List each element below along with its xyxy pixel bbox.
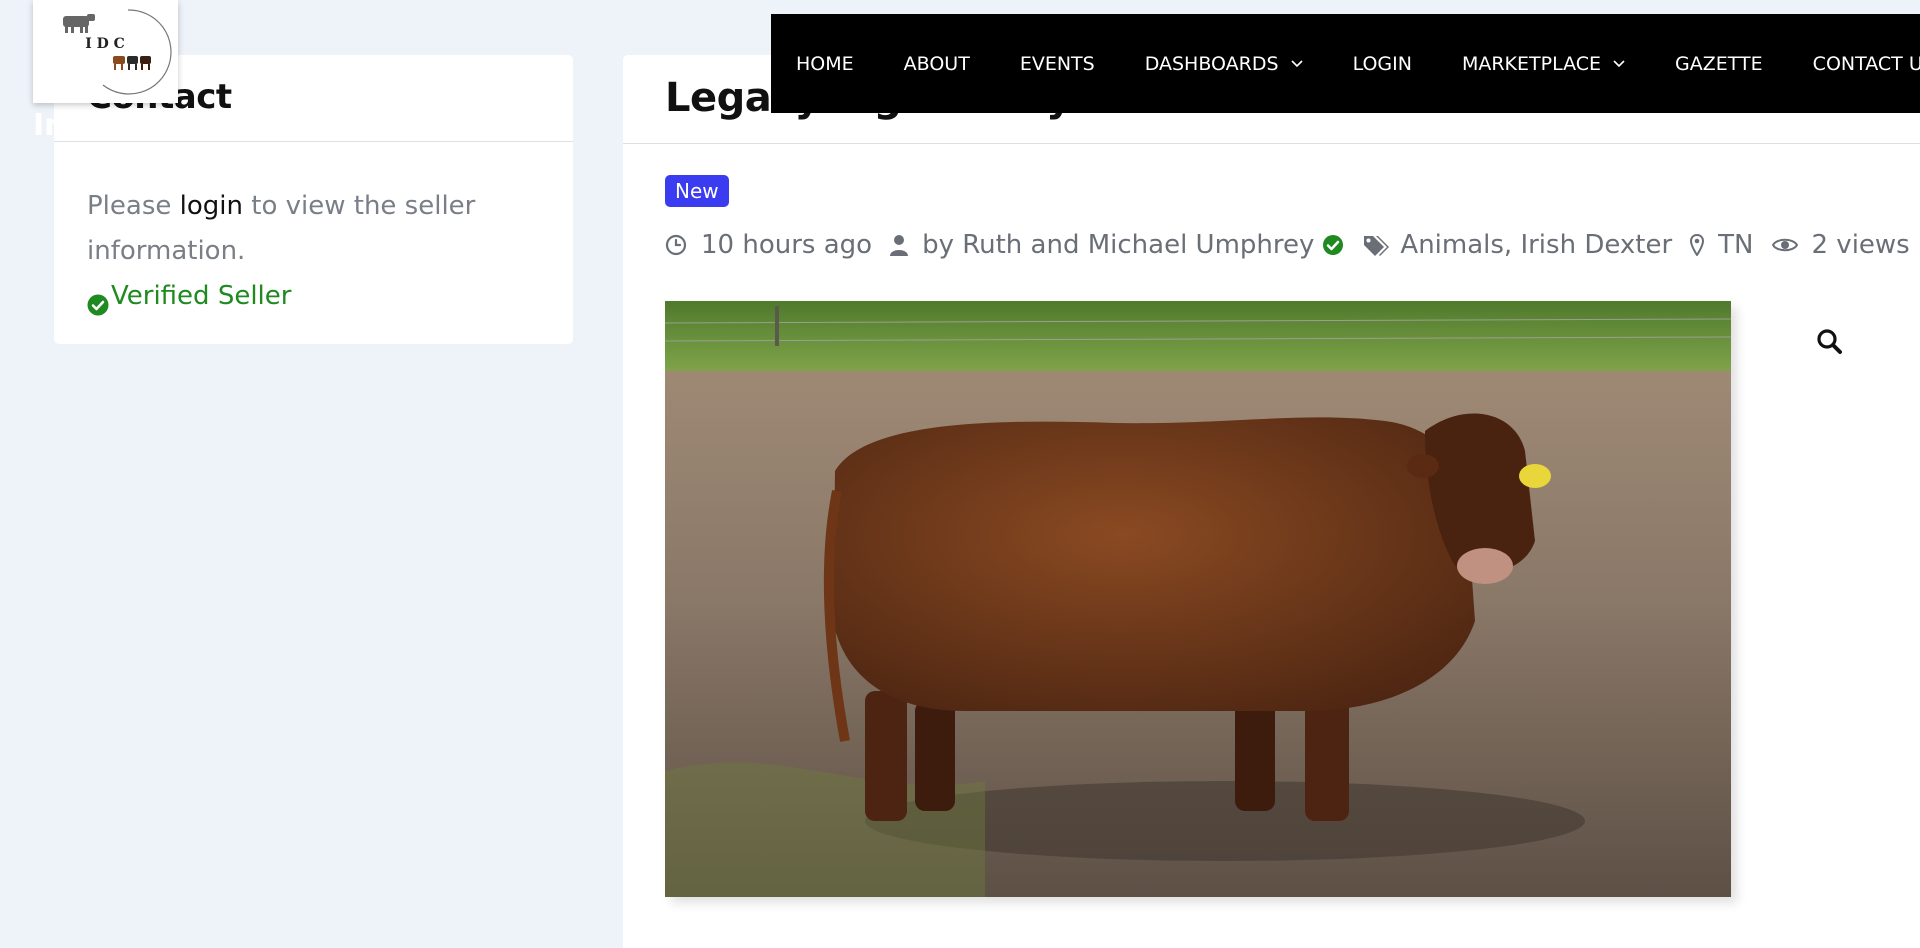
nav-about[interactable]: ABOUT (904, 53, 970, 75)
login-prompt-prefix: Please (87, 191, 180, 221)
nav-gazette-label: GAZETTE (1675, 52, 1763, 75)
listing-photo[interactable] (665, 301, 1731, 897)
bull-photo (665, 301, 1731, 897)
listing-meta: 10 hours ago by Ruth and Michael Umphrey… (665, 230, 1910, 260)
listing-categories[interactable]: Animals, Irish Dexter (1400, 230, 1672, 260)
tags-icon (1362, 234, 1390, 256)
zoom-button[interactable] (1815, 327, 1845, 357)
nav-about-label: ABOUT (903, 52, 970, 75)
site-logo[interactable]: I D C (33, 0, 178, 103)
contact-body: Please login to view the seller informat… (54, 142, 573, 319)
main-navbar: HOME ABOUT EVENTS DASHBOARDS LOGIN MARKE… (771, 14, 1920, 113)
listing-card: Legacy Eight . . . y New 10 hours ago by… (623, 55, 1920, 948)
author-name[interactable]: by Ruth and Michael Umphrey (922, 230, 1314, 260)
posted-time: 10 hours ago (701, 230, 873, 260)
hero-title-fragment: In (33, 108, 66, 143)
nav-login[interactable]: LOGIN (1353, 53, 1412, 75)
nav-contact-us-label: CONTACT US (1812, 52, 1920, 75)
check-circle-icon (87, 286, 109, 315)
nav-gazette[interactable]: GAZETTE (1675, 53, 1763, 75)
nav-dashboards[interactable]: DASHBOARDS (1145, 53, 1303, 75)
verified-seller-label: Verified Seller (111, 281, 292, 311)
nav-marketplace[interactable]: MARKETPLACE (1462, 53, 1625, 75)
nav-marketplace-label: MARKETPLACE (1461, 52, 1602, 75)
author-verified-icon (1322, 234, 1344, 256)
new-badge: New (665, 175, 729, 207)
nav-contact-us[interactable]: CONTACT US (1813, 53, 1920, 75)
chevron-down-icon (1290, 59, 1303, 68)
login-link[interactable]: login (180, 191, 243, 221)
nav-home[interactable]: HOME (796, 53, 854, 75)
search-icon (1815, 329, 1845, 361)
listing-location: TN (1718, 230, 1754, 260)
nav-login-label: LOGIN (1352, 52, 1412, 75)
logo-graphic: I D C (63, 9, 172, 95)
verified-seller: Verified Seller (87, 274, 540, 319)
nav-dashboards-label: DASHBOARDS (1144, 52, 1279, 75)
user-icon (890, 234, 909, 256)
nav-events[interactable]: EVENTS (1020, 53, 1095, 75)
view-count: 2 views (1811, 230, 1910, 260)
svg-text:I D C: I D C (85, 36, 125, 52)
clock-icon (665, 234, 687, 256)
eye-icon (1771, 235, 1798, 255)
login-prompt: Please login to view the seller informat… (87, 184, 540, 274)
nav-home-label: HOME (796, 52, 854, 75)
nav-events-label: EVENTS (1019, 52, 1095, 75)
chevron-down-icon (1613, 59, 1625, 68)
map-marker-icon (1690, 234, 1705, 256)
